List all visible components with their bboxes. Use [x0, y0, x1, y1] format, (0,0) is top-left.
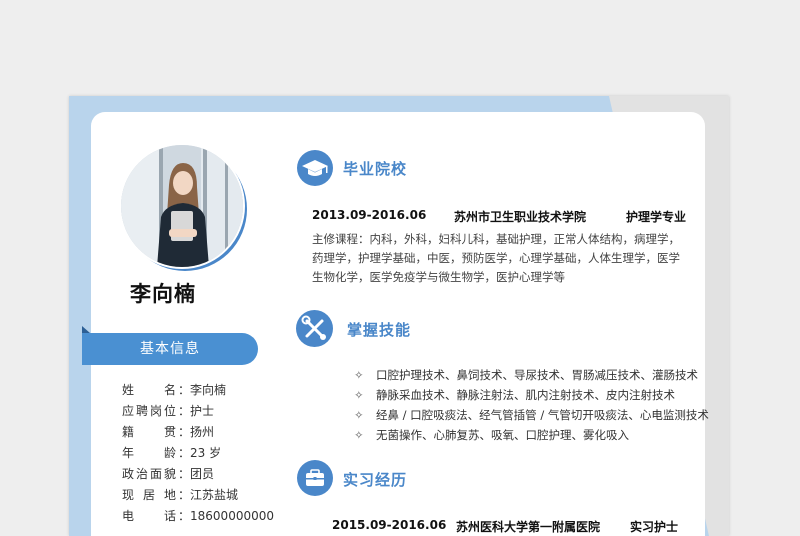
- avatar: [119, 143, 245, 269]
- info-row-residence: 现居地 ：江苏盐城: [122, 485, 282, 506]
- info-row-hometown: 籍贯 ：扬州: [122, 422, 282, 443]
- education-title: 毕业院校: [343, 160, 408, 178]
- info-value: 团员: [190, 467, 215, 481]
- candidate-name: 李向楠: [130, 282, 196, 306]
- info-value: 李向楠: [190, 383, 227, 397]
- info-value: 江苏盐城: [190, 488, 239, 502]
- info-label: 现居地: [122, 488, 176, 502]
- info-row-age: 年龄 ：23 岁: [122, 443, 282, 464]
- basic-info-list: 姓名 ：李向楠 应聘岗位 ：护士 籍贯 ：扬州 年龄 ：23 岁 政治面貌 ：团员 现居地…: [122, 380, 282, 527]
- profile-photo: [119, 143, 249, 273]
- info-label: 姓名: [122, 383, 176, 397]
- internship-org: 苏州医科大学第一附属医院: [456, 520, 601, 534]
- internship-period: 2015.09-2016.06: [332, 518, 447, 532]
- ribbon-fold: [82, 326, 90, 333]
- skill-text: 经鼻 / 口腔吸痰法、经气管插管 / 气管切开吸痰法、心电监测技术: [376, 408, 709, 422]
- avatar-illustration: [121, 145, 243, 267]
- info-value: 23 岁: [190, 446, 222, 460]
- graduation-cap-icon: [297, 150, 333, 186]
- sparkle-bullet-icon: ✧: [354, 408, 364, 422]
- info-label: 籍贯: [122, 425, 176, 439]
- skills-title: 掌握技能: [347, 321, 412, 339]
- info-row-phone: 电话 ：18600000000: [122, 506, 282, 527]
- education-major: 护理学专业: [626, 210, 687, 224]
- info-label: 年龄: [122, 446, 176, 460]
- basic-info-ribbon: 基本信息: [82, 333, 258, 365]
- skill-text: 静脉采血技术、静脉注射法、肌内注射技术、皮内注射技术: [376, 388, 675, 402]
- briefcase-icon: [297, 460, 333, 496]
- list-item: ✧ 无菌操作、心肺复苏、吸氧、口腔护理、雾化吸入: [354, 425, 714, 445]
- info-label: 政治面貌: [122, 467, 176, 481]
- internship-role: 实习护士: [630, 520, 679, 534]
- list-item: ✧ 经鼻 / 口腔吸痰法、经气管插管 / 气管切开吸痰法、心电监测技术: [354, 405, 714, 425]
- info-label: 电话: [122, 509, 176, 523]
- info-value: 18600000000: [190, 509, 274, 523]
- info-value: 扬州: [190, 425, 215, 439]
- skills-list: ✧ 口腔护理技术、鼻饲技术、导尿技术、胃肠减压技术、灌肠技术 ✧ 静脉采血技术、静脉…: [354, 365, 714, 445]
- info-row-name: 姓名 ：李向楠: [122, 380, 282, 401]
- sparkle-bullet-icon: ✧: [354, 368, 364, 382]
- info-row-political: 政治面貌 ：团员: [122, 464, 282, 485]
- education-courses: 主修课程：内科，外科，妇科儿科，基础护理，正常人体结构，病理学，药理学，护理学基…: [312, 232, 680, 284]
- skill-text: 无菌操作、心肺复苏、吸氧、口腔护理、雾化吸入: [376, 428, 629, 442]
- education-school: 苏州市卫生职业技术学院: [454, 210, 587, 224]
- sparkle-bullet-icon: ✧: [354, 428, 364, 442]
- info-label: 应聘岗位: [122, 404, 176, 418]
- education-period: 2013.09-2016.06: [312, 208, 427, 222]
- internship-title: 实习经历: [343, 471, 408, 489]
- info-row-position: 应聘岗位 ：护士: [122, 401, 282, 422]
- list-item: ✧ 口腔护理技术、鼻饲技术、导尿技术、胃肠减压技术、灌肠技术: [354, 365, 714, 385]
- tools-icon: [296, 310, 333, 347]
- info-value: 护士: [190, 404, 215, 418]
- list-item: ✧ 静脉采血技术、静脉注射法、肌内注射技术、皮内注射技术: [354, 385, 714, 405]
- sparkle-bullet-icon: ✧: [354, 388, 364, 402]
- skill-text: 口腔护理技术、鼻饲技术、导尿技术、胃肠减压技术、灌肠技术: [376, 368, 698, 382]
